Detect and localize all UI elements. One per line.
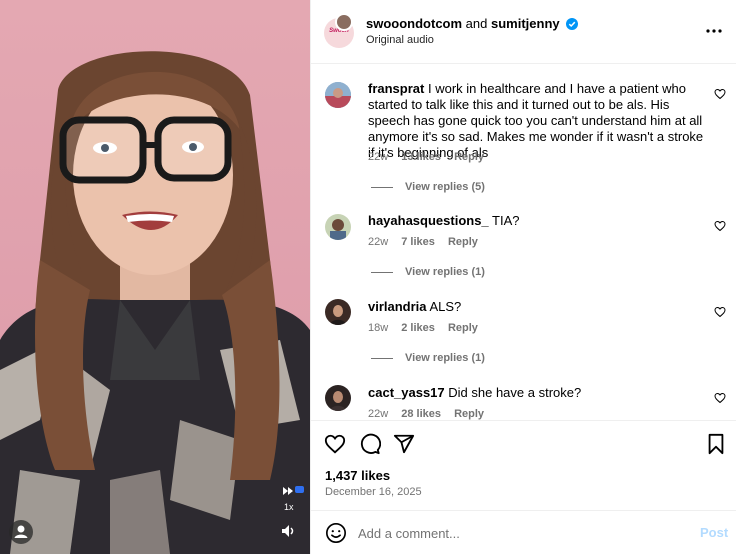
post-actions xyxy=(311,420,736,464)
comment-text: TIA? xyxy=(492,213,520,228)
comment-meta: 18w 2 likes Reply xyxy=(368,322,488,334)
comment-list[interactable]: fransprat I work in healthcare and I hav… xyxy=(311,64,736,420)
like-count[interactable]: 1,437 likes xyxy=(325,468,390,483)
comment-avatar-image xyxy=(325,299,351,325)
view-replies-button[interactable]: View replies (1) xyxy=(371,266,485,278)
speaker-icon xyxy=(282,525,294,537)
comment-reply-button[interactable]: Reply xyxy=(454,151,484,163)
comment-reply-button[interactable]: Reply xyxy=(448,236,478,248)
comment-input[interactable] xyxy=(358,521,678,545)
replies-divider xyxy=(371,271,393,273)
comment-likes[interactable]: 2 likes xyxy=(401,322,435,334)
comment-heart-icon[interactable] xyxy=(714,88,726,100)
comment-username[interactable]: hayahasquestions_ xyxy=(368,213,489,228)
user-tag-button[interactable] xyxy=(9,520,33,544)
comment-likes[interactable]: 28 likes xyxy=(401,408,441,420)
playback-speed-label: 1x xyxy=(284,502,294,512)
post-panel: Swoon swooondotcom and sumitjenny Origin… xyxy=(310,0,736,554)
comment-age: 22w xyxy=(368,408,389,420)
comment-avatar[interactable] xyxy=(325,299,351,325)
comment-meta: 22w 28 likes Reply xyxy=(368,408,494,420)
playback-speed-button[interactable]: 1x xyxy=(281,484,305,512)
comment-avatar[interactable] xyxy=(325,214,351,240)
share-icon[interactable] xyxy=(393,433,415,455)
comment-body: virlandria ALS? xyxy=(368,299,708,315)
comment-avatar[interactable] xyxy=(325,82,351,108)
comment-age: 22w xyxy=(368,236,389,248)
bookmark-icon[interactable] xyxy=(705,433,727,455)
comment-avatar-image xyxy=(325,214,351,240)
view-replies-button[interactable]: View replies (1) xyxy=(371,352,485,364)
author-connector: and xyxy=(465,16,488,31)
post-header: Swoon swooondotcom and sumitjenny Origin… xyxy=(311,0,736,64)
comment-avatar[interactable] xyxy=(325,385,351,411)
comment-age: 18w xyxy=(368,322,389,334)
mute-button[interactable] xyxy=(279,522,297,540)
more-options-icon[interactable] xyxy=(705,24,723,38)
comment-username[interactable]: cact_yass17 xyxy=(368,385,445,400)
comment-likes[interactable]: 7 likes xyxy=(401,236,435,248)
comment-avatar-image xyxy=(325,82,351,108)
comment-heart-icon[interactable] xyxy=(714,306,726,318)
comment-likes[interactable]: 13 likes xyxy=(401,151,441,163)
comment-username[interactable]: virlandria xyxy=(368,299,427,314)
author-username[interactable]: swooondotcom xyxy=(366,16,462,31)
view-replies-label: View replies (1) xyxy=(405,352,485,364)
comment-heart-icon[interactable] xyxy=(714,220,726,232)
verified-badge-icon xyxy=(566,18,579,30)
emoji-icon[interactable] xyxy=(325,522,347,544)
comment-reply-button[interactable]: Reply xyxy=(454,408,484,420)
comment-meta: 22w 13 likes Reply xyxy=(368,151,494,163)
video-frame xyxy=(0,51,310,554)
comment-text: Did she have a stroke? xyxy=(448,385,582,400)
user-tag-icon xyxy=(14,525,28,538)
view-replies-label: View replies (1) xyxy=(405,266,485,278)
view-replies-button[interactable]: View replies (5) xyxy=(371,181,485,193)
comment-heart-icon[interactable] xyxy=(714,392,726,404)
comment-meta: 22w 7 likes Reply xyxy=(368,236,488,248)
video-player[interactable]: 1x xyxy=(0,0,310,554)
view-replies-label: View replies (5) xyxy=(405,181,485,193)
collaborator-username[interactable]: sumitjenny xyxy=(491,16,560,31)
playback-speed-icon xyxy=(283,486,304,495)
comment-username[interactable]: fransprat xyxy=(368,81,424,96)
replies-divider xyxy=(371,186,393,188)
comment-body: cact_yass17 Did she have a stroke? xyxy=(368,385,708,401)
comment-reply-button[interactable]: Reply xyxy=(448,322,478,334)
comment-body: hayahasquestions_ TIA? xyxy=(368,213,708,229)
collaborator-avatar[interactable] xyxy=(335,13,353,31)
comment-age: 22w xyxy=(368,151,389,163)
comment-body: fransprat I work in healthcare and I hav… xyxy=(368,81,708,161)
audio-link[interactable]: Original audio xyxy=(366,34,434,46)
comment-icon[interactable] xyxy=(359,433,381,455)
comment-text: ALS? xyxy=(429,299,462,314)
heart-icon[interactable] xyxy=(324,433,346,455)
author-line: swooondotcom and sumitjenny xyxy=(366,16,579,31)
post-date[interactable]: December 16, 2025 xyxy=(325,486,422,498)
comment-composer: Post xyxy=(311,510,736,554)
post-button[interactable]: Post xyxy=(700,525,728,540)
comment-avatar-image xyxy=(325,385,351,411)
replies-divider xyxy=(371,357,393,359)
